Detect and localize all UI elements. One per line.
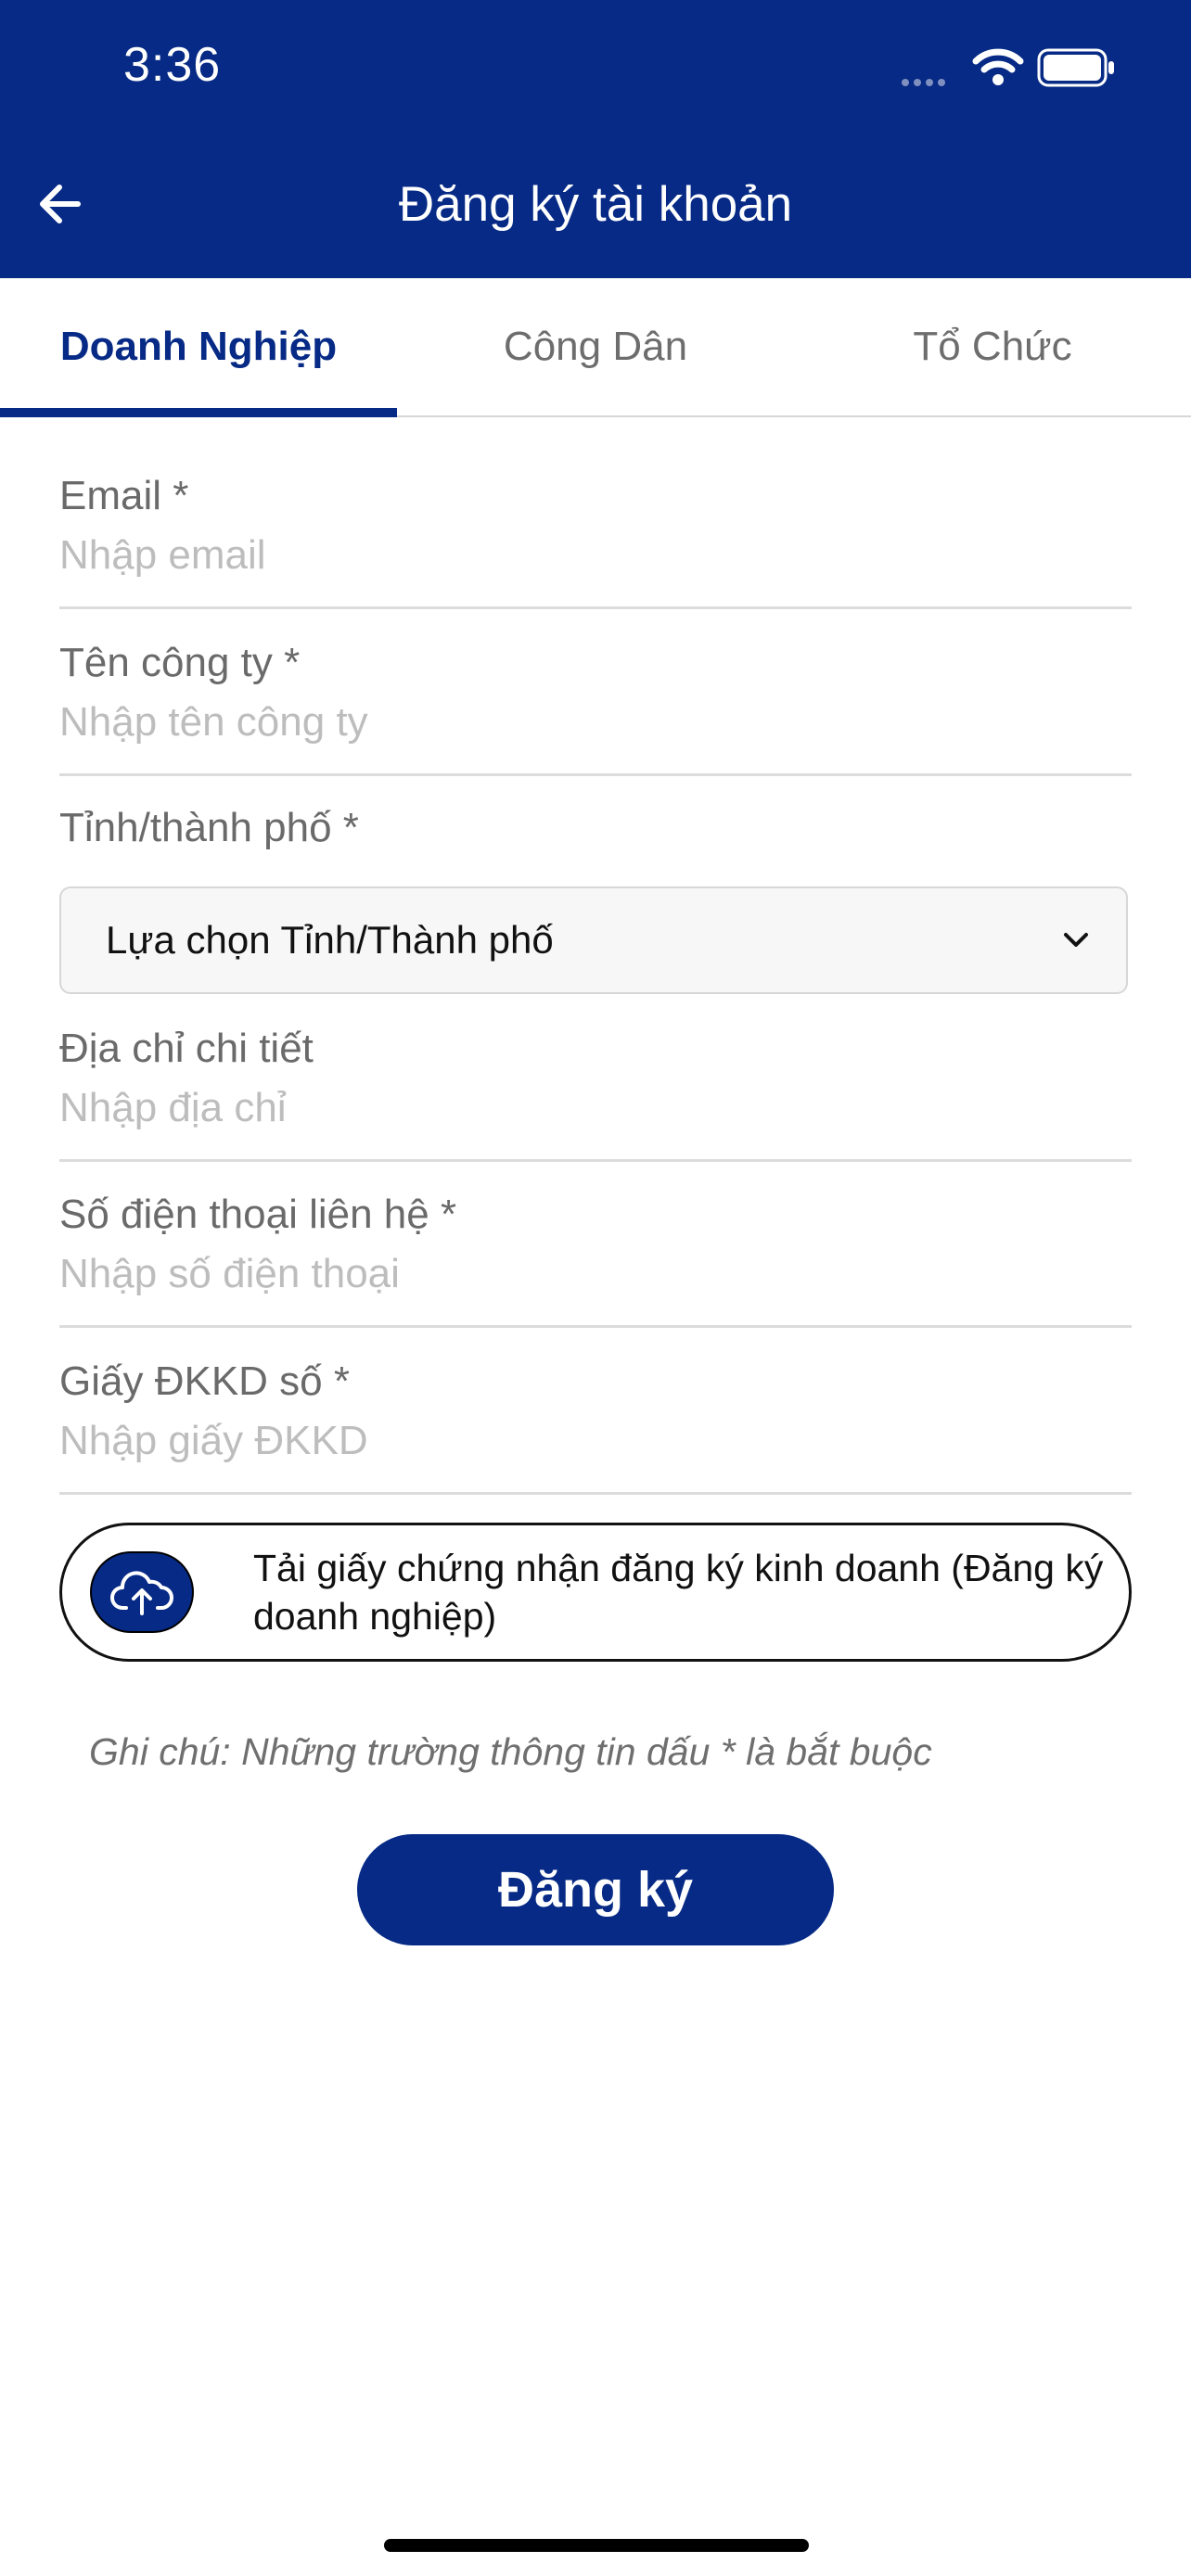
province-select[interactable]: Lựa chọn Tỉnh/Thành phố [59, 886, 1128, 994]
app-header: 3:36 Đăng ký tài khoản [0, 0, 1191, 278]
divider [59, 1325, 1132, 1328]
company-name-field[interactable] [59, 699, 1080, 746]
tab-doanh-nghiep[interactable]: Doanh Nghiệp [0, 278, 397, 415]
province-label: Tỉnh/thành phố * [59, 805, 359, 850]
chevron-down-icon [1064, 933, 1088, 947]
phone-field[interactable] [59, 1251, 1080, 1297]
tab-cong-dan[interactable]: Công Dân [397, 278, 794, 415]
email-field[interactable] [59, 532, 1080, 579]
province-group: Tỉnh/thành phố * [59, 805, 1132, 851]
required-note: Ghi chú: Những trường thông tin dấu * là… [89, 1730, 932, 1773]
address-group: Địa chỉ chi tiết [59, 1026, 1132, 1162]
divider [59, 773, 1132, 776]
upload-label: Tải giấy chứng nhận đăng ký kinh doanh (… [253, 1547, 1104, 1638]
company-label: Tên công ty * [59, 640, 301, 685]
address-field[interactable] [59, 1085, 1080, 1131]
province-select-value: Lựa chọn Tỉnh/Thành phố [106, 918, 554, 962]
divider [59, 1159, 1132, 1162]
page-title: Đăng ký tài khoản [398, 177, 793, 232]
home-indicator[interactable] [384, 2539, 809, 2552]
tab-bar: Doanh Nghiệp Công Dân Tổ Chức [0, 278, 1191, 417]
status-time: 3:36 [123, 38, 222, 92]
tab-to-chuc[interactable]: Tổ Chức [794, 278, 1191, 415]
license-label: Giấy ĐKKD số * [59, 1358, 350, 1404]
battery-icon [1037, 48, 1117, 92]
phone-group: Số điện thoại liên hệ * [59, 1192, 1132, 1328]
register-button[interactable]: Đăng ký [357, 1834, 834, 1945]
active-tab-indicator [0, 408, 397, 417]
license-number-field[interactable] [59, 1418, 1080, 1464]
address-label: Địa chỉ chi tiết [59, 1026, 314, 1071]
divider [59, 606, 1132, 609]
wifi-icon [972, 46, 1024, 92]
license-group: Giấy ĐKKD số * [59, 1358, 1132, 1495]
email-label: Email * [59, 473, 189, 518]
upload-license-button[interactable]: Tải giấy chứng nhận đăng ký kinh doanh (… [59, 1523, 1132, 1662]
company-group: Tên công ty * [59, 640, 1132, 776]
email-group: Email * [59, 473, 1132, 609]
divider [59, 1492, 1132, 1495]
cellular-signal-icon [902, 74, 950, 91]
phone-label: Số điện thoại liên hệ * [59, 1192, 457, 1237]
cloud-upload-icon [90, 1551, 194, 1633]
